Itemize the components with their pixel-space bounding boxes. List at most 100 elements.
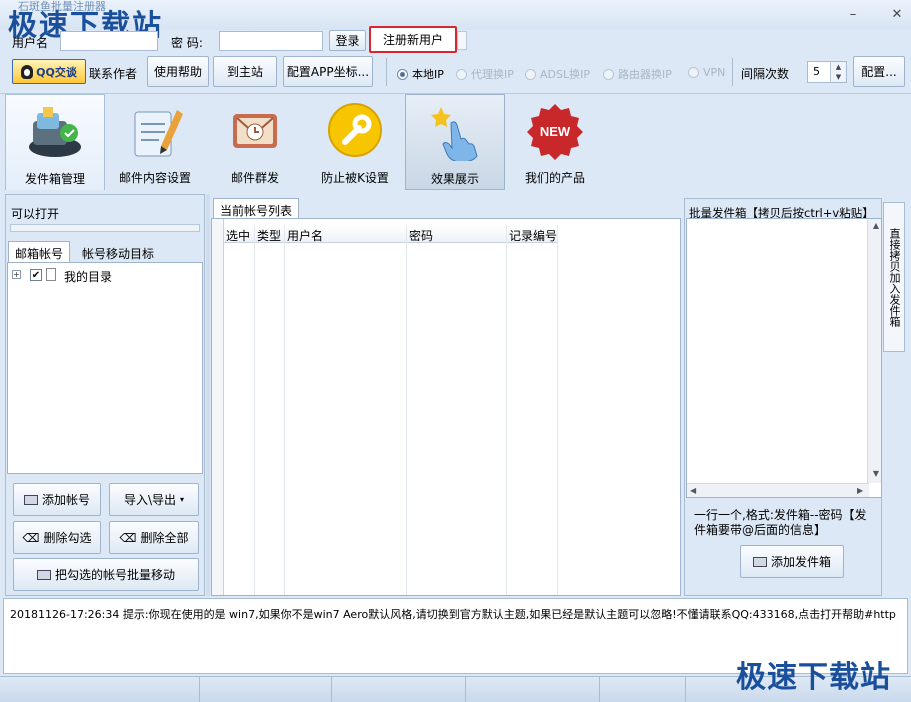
- toolbar-divider: [386, 58, 387, 86]
- tree-root-label[interactable]: 我的目录: [64, 268, 112, 285]
- delete-all-button[interactable]: ⌫ 删除全部: [109, 521, 199, 554]
- grid-column-line: [406, 225, 407, 595]
- password-field[interactable]: [219, 31, 323, 51]
- sender-textarea[interactable]: ▲ ▼ ◀ ▶: [686, 218, 882, 498]
- effect-hand-icon: [431, 107, 478, 163]
- password-label: 密 码:: [171, 36, 203, 50]
- import-export-button[interactable]: 导入\导出 ▾: [109, 483, 199, 516]
- tool-label: 效果展示: [430, 172, 479, 186]
- register-button-edge: [457, 31, 467, 50]
- horizontal-scrollbar[interactable]: [687, 483, 869, 497]
- left-status-label: 可以打开: [11, 207, 60, 221]
- add-account-icon: [23, 494, 38, 505]
- tool-label: 防止被K设置: [321, 171, 389, 185]
- ip-option-label: VPN: [703, 66, 726, 79]
- ip-option-label: 本地IP: [412, 68, 444, 81]
- document-icon: [46, 268, 56, 281]
- grid-column-line: [557, 225, 558, 595]
- username-field[interactable]: [60, 31, 158, 51]
- new-badge-text: NEW: [540, 124, 571, 139]
- add-account-label: 添加帐号: [41, 493, 90, 507]
- column-header[interactable]: 记录编号: [509, 227, 557, 244]
- register-button[interactable]: 注册新用户: [369, 26, 457, 53]
- tool-label: 发件箱管理: [24, 172, 85, 186]
- scroll-down-icon[interactable]: ▼: [873, 469, 879, 478]
- mail-content-icon: [134, 110, 183, 157]
- progress-bar: [10, 224, 200, 232]
- column-header[interactable]: 密码: [409, 227, 433, 244]
- side-tab-paste[interactable]: 直接拷贝加入发件箱: [883, 202, 905, 352]
- radio-dot-icon: [397, 68, 408, 80]
- scroll-up-icon[interactable]: ▲: [873, 221, 879, 230]
- mailbox-manage-icon: [29, 107, 81, 157]
- batch-move-button[interactable]: 把勾选的帐号批量移动: [13, 558, 199, 591]
- column-header[interactable]: 类型: [257, 227, 281, 244]
- eraser-icon: ⌫: [119, 530, 137, 545]
- tool-mail-content[interactable]: 邮件内容设置: [105, 94, 205, 190]
- ip-option-label: ADSL换IP: [540, 68, 590, 81]
- log-line: 20181126-17:26:34 提示:你现在使用的是 win7,如果你不是w…: [10, 608, 896, 621]
- add-sender-button[interactable]: 添加发件箱: [740, 545, 844, 578]
- ip-option-router[interactable]: 路由器换IP: [603, 66, 672, 82]
- help-button[interactable]: 使用帮助: [147, 56, 209, 87]
- tool-effect-demo[interactable]: 效果展示: [405, 94, 505, 190]
- mass-mail-icon: [233, 114, 277, 148]
- delete-checked-button[interactable]: ⌫ 删除勾选: [13, 521, 101, 554]
- status-segment: [0, 677, 200, 702]
- tool-our-products[interactable]: NEW 我们的产品: [505, 94, 605, 190]
- grid-column-line: [506, 225, 507, 595]
- scroll-left-icon[interactable]: ◀: [690, 486, 696, 495]
- new-badge-icon: NEW: [527, 104, 583, 160]
- tool-anti-block[interactable]: 防止被K设置: [305, 94, 405, 190]
- vertical-scrollbar[interactable]: [867, 219, 881, 483]
- tool-mailbox-manage[interactable]: 发件箱管理: [5, 94, 105, 190]
- delete-all-label: 删除全部: [140, 531, 189, 545]
- splitter-left[interactable]: [206, 194, 210, 596]
- add-sender-label: 添加发件箱: [770, 555, 831, 569]
- ip-option-vpn[interactable]: VPN: [688, 66, 725, 79]
- radio-dot-icon: [456, 68, 467, 80]
- ip-option-local[interactable]: 本地IP: [397, 66, 444, 82]
- ip-option-adsl[interactable]: ADSL换IP: [525, 66, 590, 82]
- radio-dot-icon: [688, 67, 699, 78]
- status-segment: [200, 677, 332, 702]
- minimize-icon[interactable]: –: [846, 8, 860, 22]
- radio-dot-icon: [525, 68, 536, 80]
- tree-expand-icon[interactable]: +: [12, 270, 21, 279]
- tool-label: 我们的产品: [524, 171, 585, 185]
- move-icon: [36, 569, 51, 580]
- tool-label: 邮件群发: [230, 171, 279, 185]
- status-segment: [600, 677, 686, 702]
- close-icon[interactable]: ✕: [890, 8, 904, 22]
- config-app-button[interactable]: 配置APP坐标...: [283, 56, 373, 87]
- tool-mass-mail[interactable]: 邮件群发: [205, 94, 305, 190]
- ip-option-label: 路由器换IP: [618, 68, 672, 81]
- column-header[interactable]: 用户名: [287, 227, 323, 244]
- chevron-down-icon: ▾: [180, 495, 185, 504]
- eraser-icon: ⌫: [22, 530, 40, 545]
- grid-column-line: [284, 225, 285, 595]
- status-segment: [466, 677, 600, 702]
- home-button[interactable]: 到主站: [213, 56, 277, 87]
- scroll-right-icon[interactable]: ▶: [857, 486, 863, 495]
- tree-checkbox[interactable]: ✔: [30, 269, 42, 281]
- wrench-icon: [328, 103, 382, 157]
- ip-option-proxy[interactable]: 代理换IP: [456, 66, 514, 82]
- qq-penguin-icon: [21, 64, 34, 79]
- batch-move-label: 把勾选的帐号批量移动: [54, 568, 175, 582]
- grid-column-line: [254, 225, 255, 595]
- add-account-button[interactable]: 添加帐号: [13, 483, 101, 516]
- delete-checked-label: 删除勾选: [43, 531, 92, 545]
- import-export-label: 导入\导出: [123, 493, 177, 507]
- status-segment: [332, 677, 466, 702]
- tool-label: 邮件内容设置: [118, 171, 191, 185]
- side-tab-label: 直接拷贝加入发件箱: [888, 227, 901, 327]
- login-button[interactable]: 登录: [329, 30, 366, 51]
- interval-spinner[interactable]: ▲ ▼: [830, 62, 846, 82]
- qq-chat-badge[interactable]: QQ交谈: [12, 59, 86, 84]
- account-tree: + ✔ 我的目录: [7, 262, 203, 474]
- config-button[interactable]: 配置...: [853, 56, 905, 87]
- contact-author-link[interactable]: 联系作者: [89, 65, 137, 82]
- interval-label: 间隔次数: [741, 67, 790, 81]
- column-header[interactable]: 选中: [226, 227, 250, 244]
